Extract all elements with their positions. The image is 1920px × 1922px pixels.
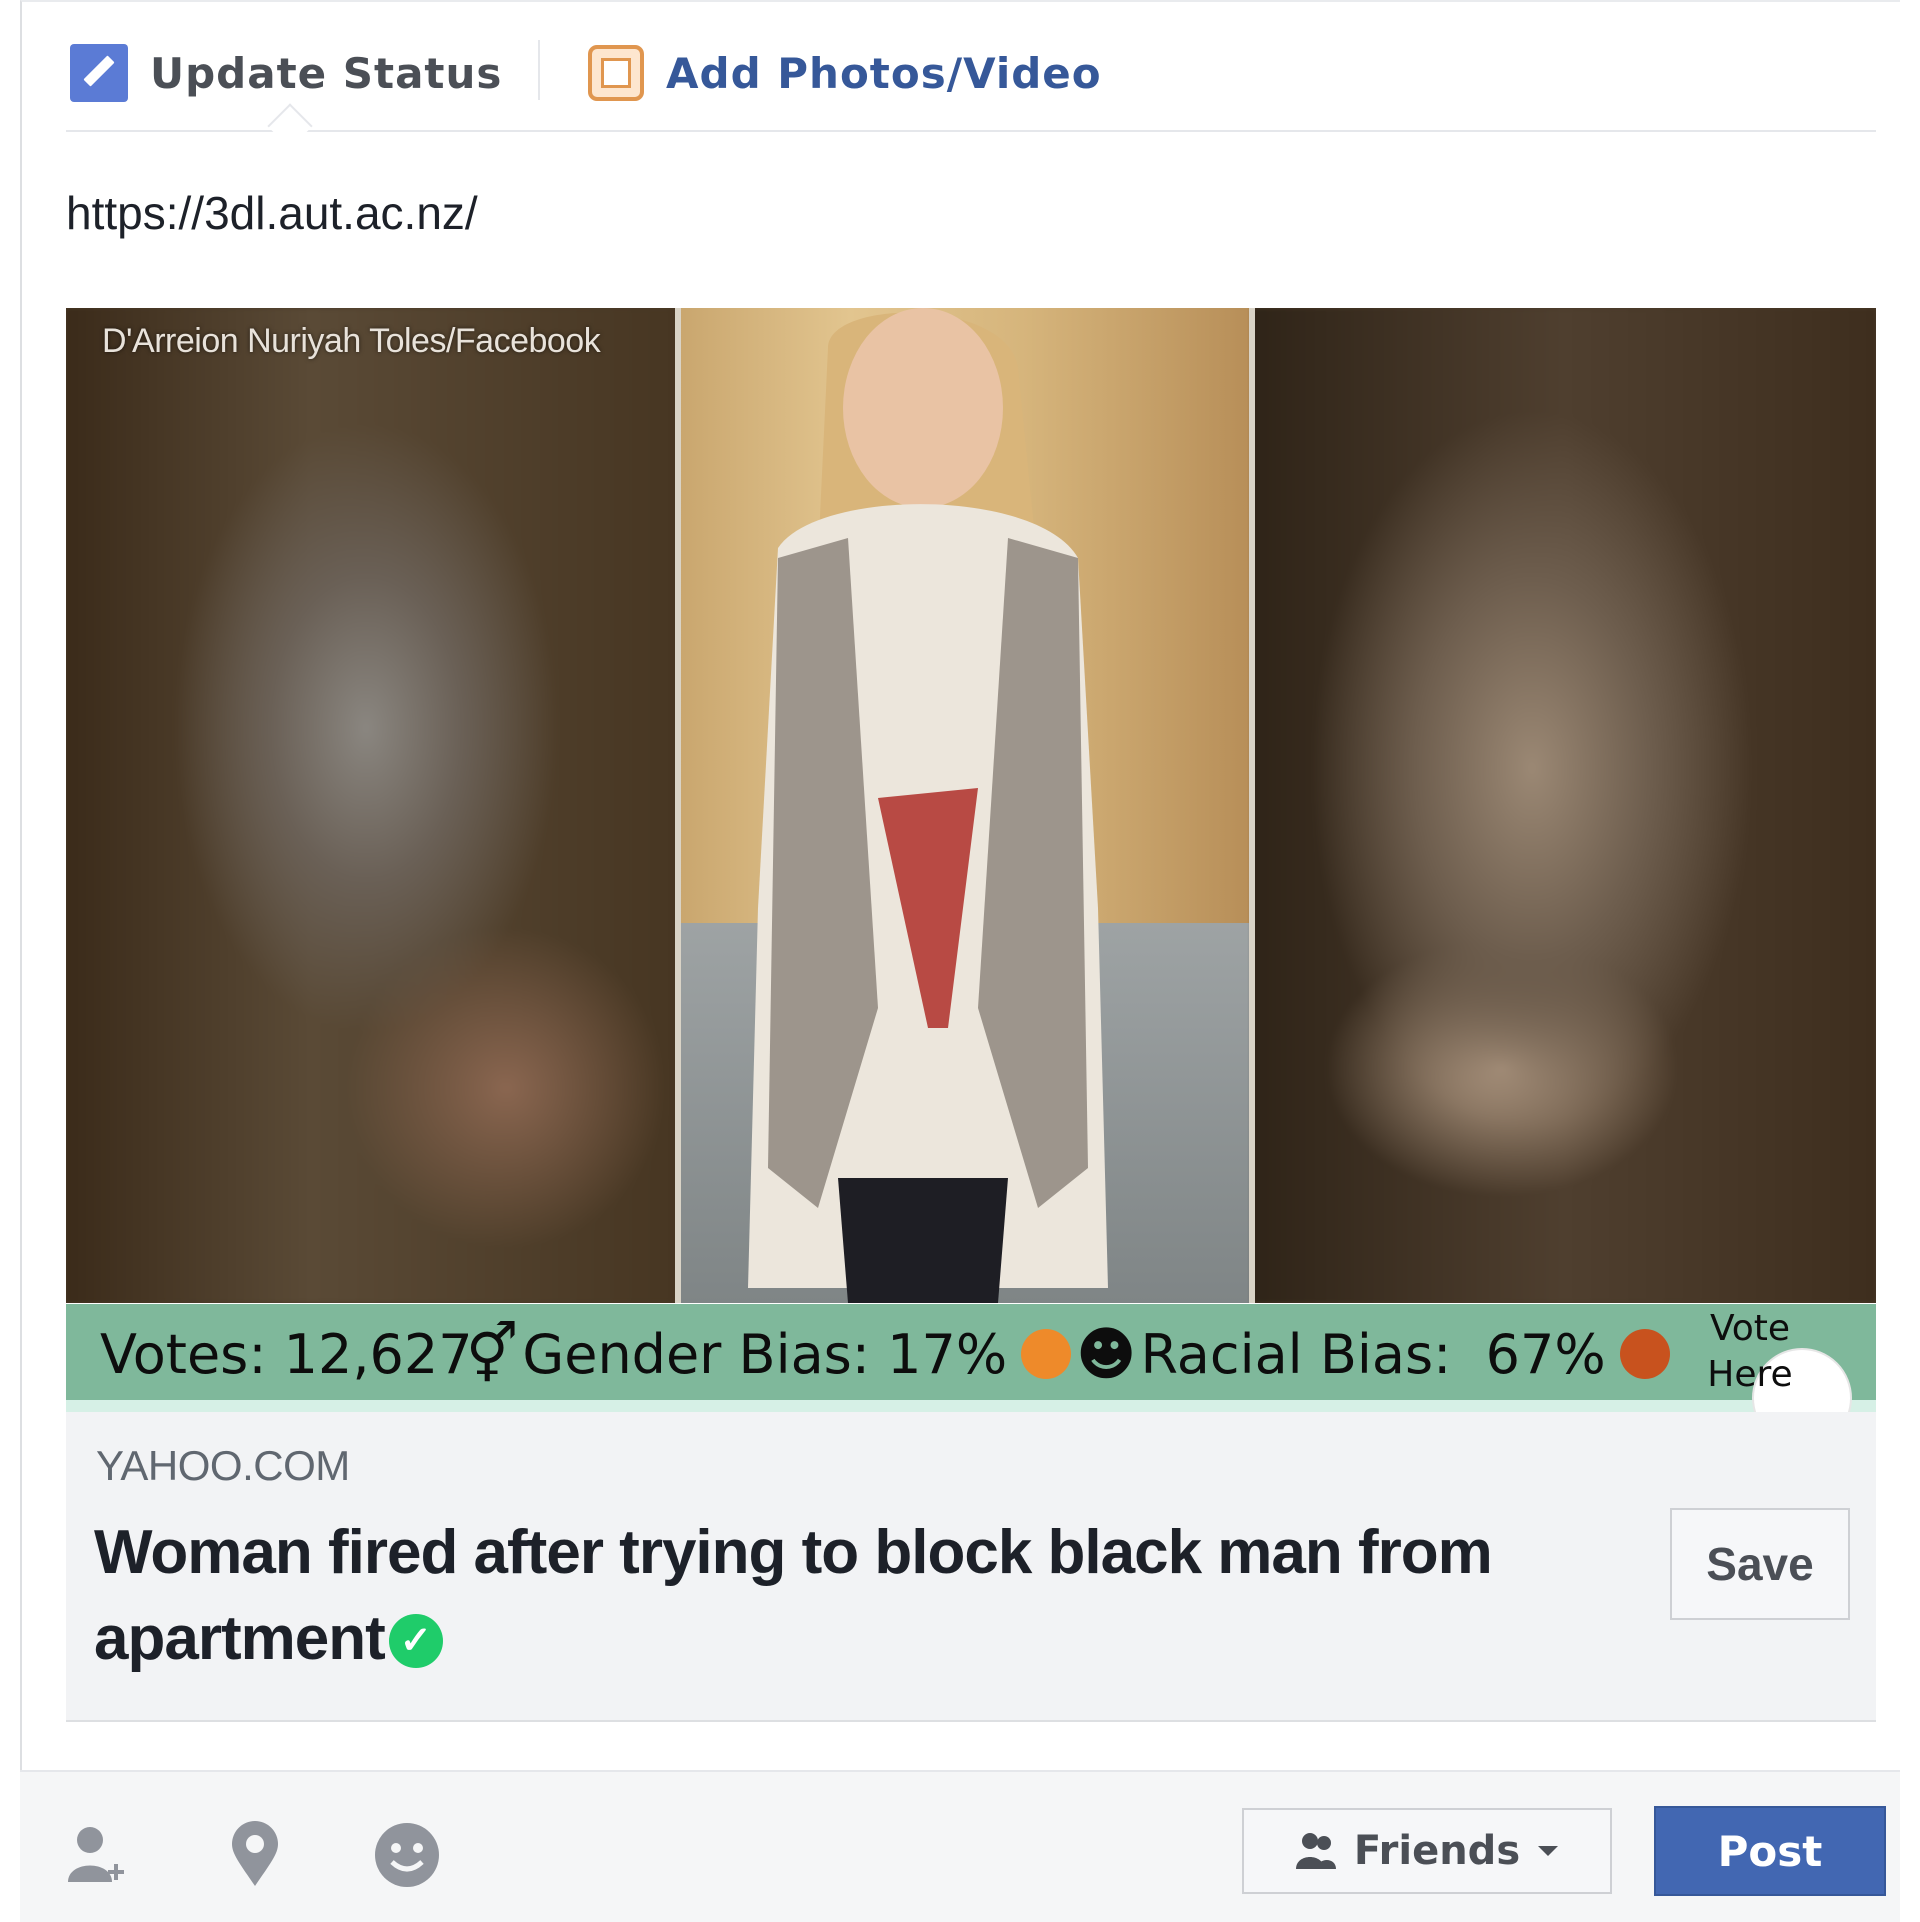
racial-symbol-icon: ☻ (1076, 1320, 1137, 1388)
panel-divider-left (675, 308, 681, 1303)
audience-selector[interactable]: Friends (1242, 1808, 1612, 1894)
votes-count: Votes: 12,627 (100, 1322, 473, 1386)
link-headline[interactable]: Woman fired after trying to block black … (94, 1510, 1594, 1682)
racial-bias: ☻ Racial Bias: 67% (1076, 1314, 1670, 1394)
location-icon[interactable] (220, 1820, 290, 1890)
image-panel-right-blurred (1252, 308, 1876, 1303)
image-panel-left-blurred (66, 308, 678, 1303)
feeling-icon[interactable] (372, 1820, 442, 1890)
check-circle-icon: ✓ (388, 1614, 443, 1668)
post-button[interactable]: Post (1654, 1806, 1886, 1896)
gender-symbol-icon: ⚥ (466, 1320, 519, 1388)
pencil-icon (70, 44, 128, 102)
vote-here-label[interactable]: Vote Here (1685, 1306, 1815, 1398)
status-text-input[interactable]: https://3dl.aut.ac.nz/ (66, 186, 478, 240)
photo-credit: D'Arreion Nuriyah Toles/Facebook (102, 322, 601, 360)
audience-label: Friends (1353, 1828, 1521, 1874)
gender-bias: ⚥ Gender Bias: 17% (466, 1314, 1072, 1394)
link-domain: YAHOO.COM (96, 1442, 350, 1489)
bias-bar-underline (66, 1400, 1876, 1412)
gender-bias-dot (1021, 1329, 1072, 1379)
composer-footer: Friends Post (20, 1770, 1900, 1922)
tab-add-photos-label: Add Photos/Video (666, 48, 1102, 98)
person-illustration (748, 308, 1108, 1303)
vote-here-line2: Here (1707, 1354, 1793, 1395)
tab-separator (538, 40, 540, 100)
panel-divider-right (1249, 308, 1255, 1303)
tag-friends-icon[interactable] (62, 1820, 132, 1890)
vote-here-line1: Vote (1709, 1308, 1791, 1349)
tab-update-status[interactable]: Update Status (70, 38, 502, 108)
link-preview-image[interactable]: D'Arreion Nuriyah Toles/Facebook (66, 308, 1876, 1303)
composer-tabs: Update Status Add Photos/Video (66, 30, 1876, 130)
chevron-down-icon (1538, 1846, 1559, 1856)
tabs-divider (66, 130, 1876, 132)
racial-bias-dot (1619, 1329, 1670, 1379)
bias-bar: Votes: 12,627 ⚥ Gender Bias: 17% ☻ Racia… (66, 1304, 1876, 1400)
link-caption[interactable]: YAHOO.COM Woman fired after trying to bl… (66, 1412, 1876, 1722)
friends-icon (1295, 1833, 1336, 1869)
link-headline-text: Woman fired after trying to block black … (94, 1518, 1493, 1673)
gender-bias-label: Gender Bias: 17% (522, 1322, 1008, 1386)
photo-icon (588, 45, 644, 101)
save-button[interactable]: Save (1670, 1508, 1850, 1620)
tab-update-status-label: Update Status (150, 48, 503, 98)
tab-add-photos-video[interactable]: Add Photos/Video (588, 38, 1102, 108)
image-panel-center (678, 308, 1252, 1303)
racial-bias-label: Racial Bias: 67% (1140, 1322, 1606, 1386)
